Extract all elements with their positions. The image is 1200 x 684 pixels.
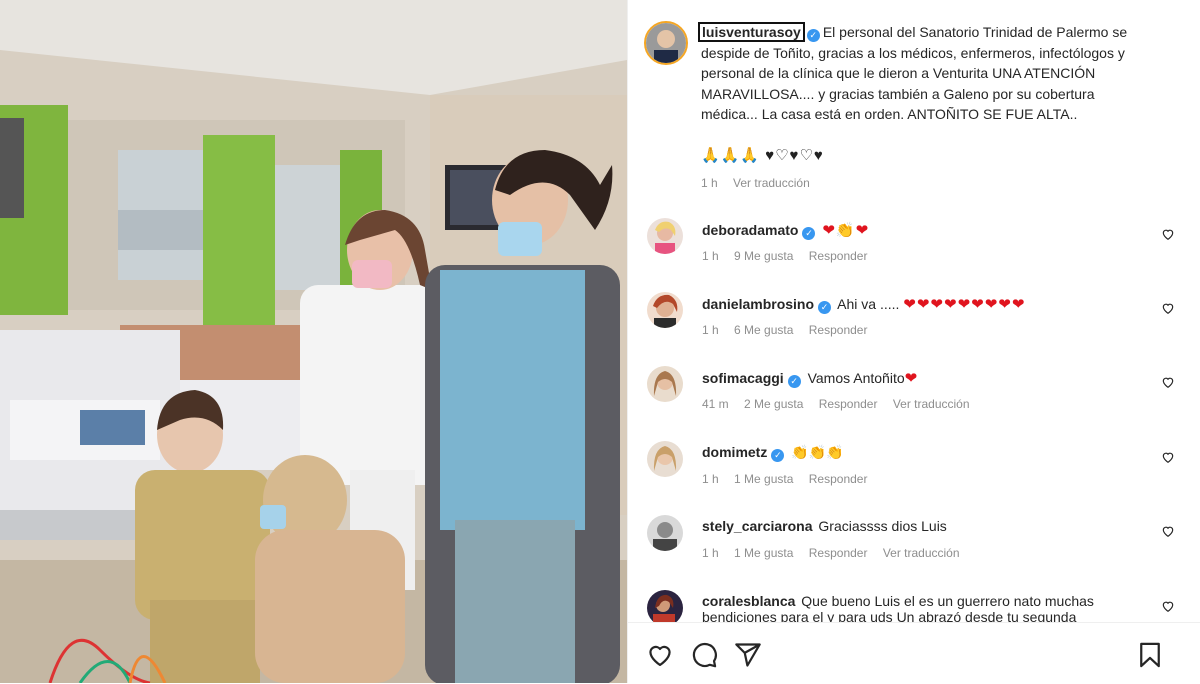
translate-link[interactable]: Ver traducción <box>733 176 810 190</box>
comment-username[interactable]: deboradamato <box>702 222 798 238</box>
comment-username[interactable]: sofimacaggi <box>702 370 784 386</box>
hospital-room-photo <box>0 0 627 683</box>
comment-username[interactable]: domimetz <box>702 444 767 460</box>
comment-item: deboradamato ✓ ❤👏❤ 1 h 9 Me gusta Respond… <box>628 218 1200 292</box>
reply-button[interactable]: Responder <box>809 323 868 337</box>
like-comment-heart-icon[interactable] <box>1161 375 1175 389</box>
comment-text: Vamos Antoñito <box>807 370 905 386</box>
comment-time: 1 h <box>702 546 719 560</box>
comment-username[interactable]: coralesblanca <box>702 593 795 609</box>
comment-likes[interactable]: 9 Me gusta <box>734 249 793 263</box>
like-button[interactable] <box>646 641 674 669</box>
comment-item: danielambrosino ✓ Ahi va ..... ❤❤❤❤❤❤❤❤❤ … <box>628 292 1200 366</box>
comment-text: Ahi va ..... <box>837 296 900 312</box>
translate-link[interactable]: Ver traducción <box>883 546 960 560</box>
comments-list[interactable]: deboradamato ✓ ❤👏❤ 1 h 9 Me gusta Respond… <box>628 212 1200 622</box>
comment-time: 1 h <box>702 249 719 263</box>
comment-username[interactable]: stely_carciarona <box>702 518 813 534</box>
reply-button[interactable]: Responder <box>809 472 868 486</box>
comment-item: coralesblanca Que bueno Luis el es un gu… <box>628 590 1200 622</box>
bookmark-icon <box>1140 642 1160 668</box>
comment-username[interactable]: danielambrosino <box>702 296 814 312</box>
caption-emojis: 🙏🙏🙏 ♥♡♥♡♥ <box>701 147 824 164</box>
comment-likes[interactable]: 1 Me gusta <box>734 472 793 486</box>
comment-item: stely_carciarona Graciassss dios Luis 1 … <box>628 515 1200 589</box>
like-comment-heart-icon[interactable] <box>1161 524 1175 538</box>
post-side-panel: luisventurasoy ✓ El personal del Sanatorio… <box>627 0 1200 684</box>
verified-badge-icon: ✓ <box>802 227 816 240</box>
comment-button[interactable] <box>690 641 718 669</box>
comment-time: 1 h <box>702 472 719 486</box>
comment-emoji: ❤👏❤ <box>822 222 870 239</box>
post-action-bar <box>628 622 1200 684</box>
share-button[interactable] <box>734 641 762 669</box>
comment-time: 1 h <box>702 323 719 337</box>
comment-emoji: ❤❤❤❤❤❤❤❤❤ <box>903 296 1026 313</box>
like-comment-heart-icon[interactable] <box>1161 599 1175 613</box>
comment-avatar[interactable] <box>647 590 683 622</box>
comment-text: Graciassss dios Luis <box>818 518 947 534</box>
reply-button[interactable]: Responder <box>809 546 868 560</box>
comment-likes[interactable]: 2 Me gusta <box>744 397 803 411</box>
send-icon <box>735 643 761 667</box>
comment-item: domimetz ✓ 👏👏👏 1 h 1 Me gusta Responder <box>628 441 1200 515</box>
comment-time: 41 m <box>702 397 729 411</box>
reply-button[interactable]: Responder <box>809 249 868 263</box>
translate-link[interactable]: Ver traducción <box>893 397 970 411</box>
reply-button[interactable]: Responder <box>819 397 878 411</box>
comment-avatar[interactable] <box>647 515 683 551</box>
comment-avatar[interactable] <box>647 366 683 402</box>
comment-avatar[interactable] <box>647 292 683 328</box>
comment-likes[interactable]: 6 Me gusta <box>734 323 793 337</box>
comment-item: sofimacaggi ✓ Vamos Antoñito❤ 41 m 2 Me g… <box>628 366 1200 440</box>
comment-emoji: ❤ <box>904 370 919 387</box>
verified-badge-icon: ✓ <box>787 375 801 388</box>
heart-icon <box>649 645 671 667</box>
comment-avatar[interactable] <box>647 218 683 254</box>
like-comment-heart-icon[interactable] <box>1161 450 1175 464</box>
verified-badge-icon: ✓ <box>771 449 785 462</box>
post-time: 1 h <box>701 176 718 190</box>
author-avatar[interactable] <box>644 21 688 65</box>
like-comment-heart-icon[interactable] <box>1161 301 1175 315</box>
author-username[interactable]: luisventurasoy <box>698 22 805 42</box>
comment-avatar[interactable] <box>647 441 683 477</box>
caption-meta: 1 h Ver traducción <box>701 176 822 190</box>
comment-emoji: 👏👏👏 <box>791 444 844 460</box>
post-photo <box>0 0 627 683</box>
comment-likes[interactable]: 1 Me gusta <box>734 546 793 560</box>
comment-icon <box>692 642 717 668</box>
post-caption: luisventurasoy ✓ El personal del Sanatorio… <box>698 22 1151 125</box>
like-comment-heart-icon[interactable] <box>1161 227 1175 241</box>
save-button[interactable] <box>1136 641 1164 669</box>
verified-badge-icon: ✓ <box>818 301 832 314</box>
verified-badge-icon: ✓ <box>806 29 820 42</box>
